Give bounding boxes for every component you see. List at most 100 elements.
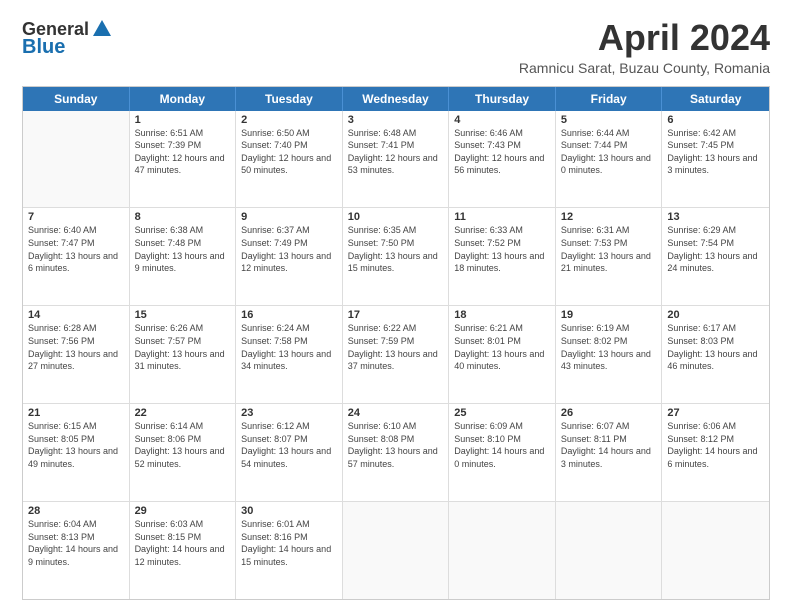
calendar-cell: 21Sunrise: 6:15 AM Sunset: 8:05 PM Dayli… bbox=[23, 404, 130, 501]
day-info: Sunrise: 6:26 AM Sunset: 7:57 PM Dayligh… bbox=[135, 322, 231, 372]
weekday-header: Friday bbox=[556, 87, 663, 111]
day-info: Sunrise: 6:22 AM Sunset: 7:59 PM Dayligh… bbox=[348, 322, 444, 372]
day-info: Sunrise: 6:28 AM Sunset: 7:56 PM Dayligh… bbox=[28, 322, 124, 372]
logo-icon bbox=[91, 18, 113, 40]
weekday-header: Tuesday bbox=[236, 87, 343, 111]
day-number: 14 bbox=[28, 309, 124, 321]
calendar-cell: 6Sunrise: 6:42 AM Sunset: 7:45 PM Daylig… bbox=[662, 111, 769, 208]
day-info: Sunrise: 6:03 AM Sunset: 8:15 PM Dayligh… bbox=[135, 518, 231, 568]
calendar-cell: 5Sunrise: 6:44 AM Sunset: 7:44 PM Daylig… bbox=[556, 111, 663, 208]
calendar-header: SundayMondayTuesdayWednesdayThursdayFrid… bbox=[23, 87, 769, 111]
day-number: 17 bbox=[348, 309, 444, 321]
day-number: 25 bbox=[454, 407, 550, 419]
weekday-header: Monday bbox=[130, 87, 237, 111]
day-number: 15 bbox=[135, 309, 231, 321]
calendar: SundayMondayTuesdayWednesdayThursdayFrid… bbox=[22, 86, 770, 600]
day-number: 16 bbox=[241, 309, 337, 321]
calendar-row: 14Sunrise: 6:28 AM Sunset: 7:56 PM Dayli… bbox=[23, 306, 769, 404]
calendar-cell bbox=[556, 502, 663, 599]
calendar-cell: 11Sunrise: 6:33 AM Sunset: 7:52 PM Dayli… bbox=[449, 208, 556, 305]
calendar-cell bbox=[343, 502, 450, 599]
calendar-cell: 7Sunrise: 6:40 AM Sunset: 7:47 PM Daylig… bbox=[23, 208, 130, 305]
day-number: 7 bbox=[28, 211, 124, 223]
calendar-cell: 27Sunrise: 6:06 AM Sunset: 8:12 PM Dayli… bbox=[662, 404, 769, 501]
day-info: Sunrise: 6:46 AM Sunset: 7:43 PM Dayligh… bbox=[454, 127, 550, 177]
day-info: Sunrise: 6:38 AM Sunset: 7:48 PM Dayligh… bbox=[135, 224, 231, 274]
day-number: 1 bbox=[135, 114, 231, 126]
day-number: 5 bbox=[561, 114, 657, 126]
day-info: Sunrise: 6:48 AM Sunset: 7:41 PM Dayligh… bbox=[348, 127, 444, 177]
day-number: 28 bbox=[28, 505, 124, 517]
logo: General Blue bbox=[22, 18, 113, 59]
day-number: 6 bbox=[667, 114, 764, 126]
day-info: Sunrise: 6:31 AM Sunset: 7:53 PM Dayligh… bbox=[561, 224, 657, 274]
calendar-cell: 18Sunrise: 6:21 AM Sunset: 8:01 PM Dayli… bbox=[449, 306, 556, 403]
day-info: Sunrise: 6:42 AM Sunset: 7:45 PM Dayligh… bbox=[667, 127, 764, 177]
day-info: Sunrise: 6:33 AM Sunset: 7:52 PM Dayligh… bbox=[454, 224, 550, 274]
calendar-cell: 26Sunrise: 6:07 AM Sunset: 8:11 PM Dayli… bbox=[556, 404, 663, 501]
day-number: 29 bbox=[135, 505, 231, 517]
day-info: Sunrise: 6:51 AM Sunset: 7:39 PM Dayligh… bbox=[135, 127, 231, 177]
calendar-cell: 17Sunrise: 6:22 AM Sunset: 7:59 PM Dayli… bbox=[343, 306, 450, 403]
calendar-cell: 29Sunrise: 6:03 AM Sunset: 8:15 PM Dayli… bbox=[130, 502, 237, 599]
day-number: 11 bbox=[454, 211, 550, 223]
calendar-cell: 10Sunrise: 6:35 AM Sunset: 7:50 PM Dayli… bbox=[343, 208, 450, 305]
day-info: Sunrise: 6:29 AM Sunset: 7:54 PM Dayligh… bbox=[667, 224, 764, 274]
day-info: Sunrise: 6:40 AM Sunset: 7:47 PM Dayligh… bbox=[28, 224, 124, 274]
day-number: 4 bbox=[454, 114, 550, 126]
day-number: 20 bbox=[667, 309, 764, 321]
day-number: 27 bbox=[667, 407, 764, 419]
header: General Blue April 2024 Ramnicu Sarat, B… bbox=[22, 18, 770, 76]
calendar-cell: 28Sunrise: 6:04 AM Sunset: 8:13 PM Dayli… bbox=[23, 502, 130, 599]
day-number: 18 bbox=[454, 309, 550, 321]
day-number: 2 bbox=[241, 114, 337, 126]
logo-blue-text: Blue bbox=[22, 36, 65, 59]
calendar-cell: 8Sunrise: 6:38 AM Sunset: 7:48 PM Daylig… bbox=[130, 208, 237, 305]
day-info: Sunrise: 6:44 AM Sunset: 7:44 PM Dayligh… bbox=[561, 127, 657, 177]
day-number: 26 bbox=[561, 407, 657, 419]
day-number: 12 bbox=[561, 211, 657, 223]
calendar-cell: 16Sunrise: 6:24 AM Sunset: 7:58 PM Dayli… bbox=[236, 306, 343, 403]
day-number: 13 bbox=[667, 211, 764, 223]
day-number: 19 bbox=[561, 309, 657, 321]
calendar-cell: 4Sunrise: 6:46 AM Sunset: 7:43 PM Daylig… bbox=[449, 111, 556, 208]
calendar-cell: 14Sunrise: 6:28 AM Sunset: 7:56 PM Dayli… bbox=[23, 306, 130, 403]
calendar-cell: 3Sunrise: 6:48 AM Sunset: 7:41 PM Daylig… bbox=[343, 111, 450, 208]
day-info: Sunrise: 6:07 AM Sunset: 8:11 PM Dayligh… bbox=[561, 420, 657, 470]
weekday-header: Saturday bbox=[662, 87, 769, 111]
calendar-cell: 20Sunrise: 6:17 AM Sunset: 8:03 PM Dayli… bbox=[662, 306, 769, 403]
day-info: Sunrise: 6:19 AM Sunset: 8:02 PM Dayligh… bbox=[561, 322, 657, 372]
day-number: 8 bbox=[135, 211, 231, 223]
day-info: Sunrise: 6:37 AM Sunset: 7:49 PM Dayligh… bbox=[241, 224, 337, 274]
day-info: Sunrise: 6:35 AM Sunset: 7:50 PM Dayligh… bbox=[348, 224, 444, 274]
day-info: Sunrise: 6:14 AM Sunset: 8:06 PM Dayligh… bbox=[135, 420, 231, 470]
calendar-cell: 25Sunrise: 6:09 AM Sunset: 8:10 PM Dayli… bbox=[449, 404, 556, 501]
calendar-body: 1Sunrise: 6:51 AM Sunset: 7:39 PM Daylig… bbox=[23, 111, 769, 599]
day-number: 21 bbox=[28, 407, 124, 419]
day-number: 10 bbox=[348, 211, 444, 223]
calendar-cell: 2Sunrise: 6:50 AM Sunset: 7:40 PM Daylig… bbox=[236, 111, 343, 208]
day-info: Sunrise: 6:15 AM Sunset: 8:05 PM Dayligh… bbox=[28, 420, 124, 470]
day-info: Sunrise: 6:01 AM Sunset: 8:16 PM Dayligh… bbox=[241, 518, 337, 568]
calendar-cell: 9Sunrise: 6:37 AM Sunset: 7:49 PM Daylig… bbox=[236, 208, 343, 305]
calendar-cell: 30Sunrise: 6:01 AM Sunset: 8:16 PM Dayli… bbox=[236, 502, 343, 599]
calendar-cell: 12Sunrise: 6:31 AM Sunset: 7:53 PM Dayli… bbox=[556, 208, 663, 305]
day-info: Sunrise: 6:50 AM Sunset: 7:40 PM Dayligh… bbox=[241, 127, 337, 177]
calendar-cell: 22Sunrise: 6:14 AM Sunset: 8:06 PM Dayli… bbox=[130, 404, 237, 501]
calendar-cell: 13Sunrise: 6:29 AM Sunset: 7:54 PM Dayli… bbox=[662, 208, 769, 305]
calendar-cell bbox=[449, 502, 556, 599]
calendar-cell bbox=[662, 502, 769, 599]
day-number: 3 bbox=[348, 114, 444, 126]
title-area: April 2024 Ramnicu Sarat, Buzau County, … bbox=[519, 18, 770, 76]
day-info: Sunrise: 6:12 AM Sunset: 8:07 PM Dayligh… bbox=[241, 420, 337, 470]
calendar-cell: 15Sunrise: 6:26 AM Sunset: 7:57 PM Dayli… bbox=[130, 306, 237, 403]
day-number: 23 bbox=[241, 407, 337, 419]
day-info: Sunrise: 6:17 AM Sunset: 8:03 PM Dayligh… bbox=[667, 322, 764, 372]
day-number: 22 bbox=[135, 407, 231, 419]
day-info: Sunrise: 6:10 AM Sunset: 8:08 PM Dayligh… bbox=[348, 420, 444, 470]
day-info: Sunrise: 6:21 AM Sunset: 8:01 PM Dayligh… bbox=[454, 322, 550, 372]
calendar-cell: 19Sunrise: 6:19 AM Sunset: 8:02 PM Dayli… bbox=[556, 306, 663, 403]
day-info: Sunrise: 6:06 AM Sunset: 8:12 PM Dayligh… bbox=[667, 420, 764, 470]
calendar-cell: 23Sunrise: 6:12 AM Sunset: 8:07 PM Dayli… bbox=[236, 404, 343, 501]
calendar-row: 1Sunrise: 6:51 AM Sunset: 7:39 PM Daylig… bbox=[23, 111, 769, 209]
